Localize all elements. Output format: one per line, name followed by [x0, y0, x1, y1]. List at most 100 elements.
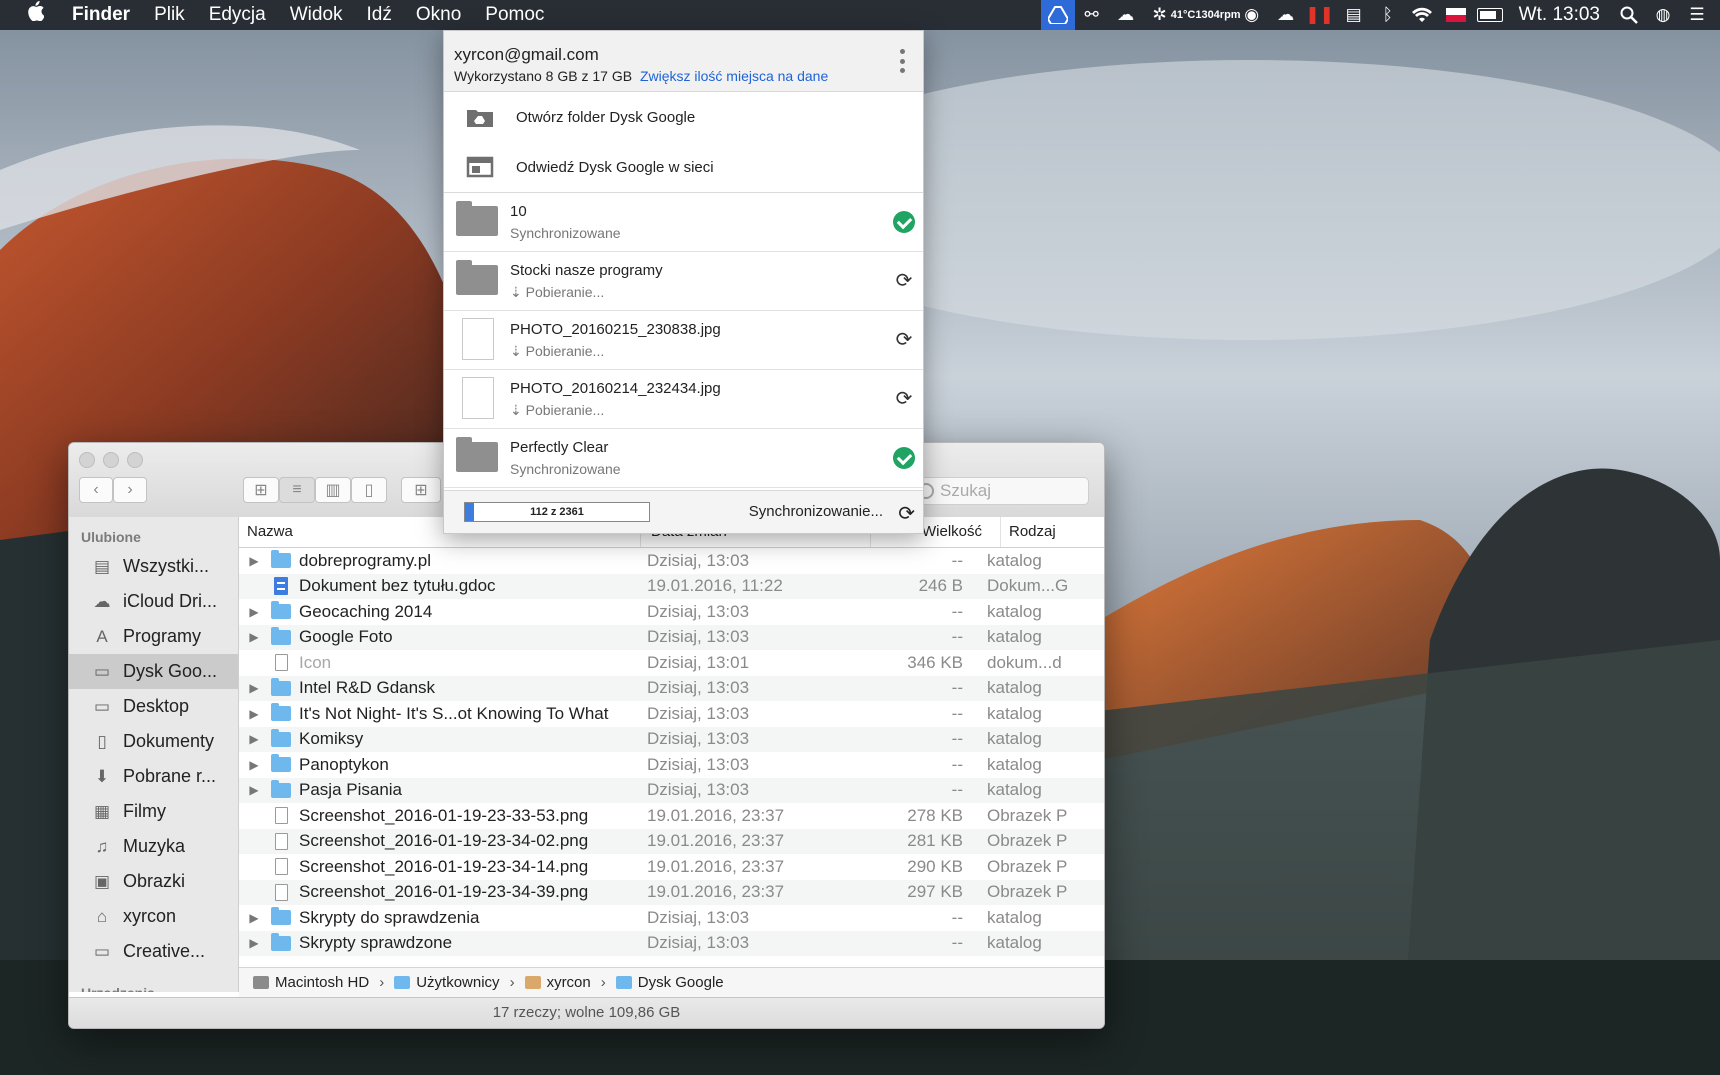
minimize-button[interactable] [103, 452, 119, 468]
sync-item[interactable]: Stocki nasze programy ⇣ Pobieranie... ⟳ [444, 252, 923, 311]
sidebar-item[interactable]: ▭ Desktop [69, 689, 238, 724]
table-row[interactable]: ▶ Google Foto Dzisiaj, 13:03 -- katalog [239, 624, 1104, 650]
pause-icon[interactable]: ❚❚ [1303, 0, 1337, 30]
drive-actions: Otwórz folder Dysk Google Odwiedź Dysk G… [444, 92, 923, 193]
table-row[interactable]: ▶ Skrypty do sprawdzenia Dzisiaj, 13:03 -- k… [239, 905, 1104, 931]
list-view-button[interactable]: ≡ [279, 477, 315, 503]
file-icon [269, 654, 293, 672]
column-view-button[interactable]: ▥ [315, 477, 351, 503]
battery-charge-icon[interactable] [1473, 0, 1507, 30]
upgrade-storage-link[interactable]: Zwiększ ilość miejsca na dane [640, 68, 828, 84]
table-row[interactable]: Screenshot_2016-01-19-23-33-53.png 19.01.… [239, 803, 1104, 829]
menu-pomoc[interactable]: Pomoc [473, 0, 556, 30]
sidebar-item[interactable]: A Programy [69, 619, 238, 654]
path-segment[interactable]: xyrcon [524, 974, 591, 991]
sync-item-status: Synchronizowane [510, 461, 621, 477]
search-input[interactable]: Szukaj [909, 477, 1089, 505]
folder-icon [456, 260, 498, 295]
path-segment[interactable]: Dysk Google [615, 974, 724, 991]
sync-item[interactable]: PHOTO_20160214_232434.jpg ⇣ Pobieranie...… [444, 370, 923, 429]
sidebar-item[interactable]: ▯ Dokumenty [69, 724, 238, 759]
list-icon[interactable]: ☰ [1680, 0, 1714, 30]
table-row[interactable]: Screenshot_2016-01-19-23-34-39.png 19.01.… [239, 879, 1104, 905]
menu-idz[interactable]: Idź [355, 0, 404, 30]
table-row[interactable]: ▶ It's Not Night- It's S...ot Knowing To … [239, 701, 1104, 727]
sync-item-status: ⇣ Pobieranie... [510, 402, 605, 418]
file-date: 19.01.2016, 11:22 [647, 576, 783, 596]
sidebar-item[interactable]: ♫ Muzyka [69, 829, 238, 864]
disclosure-triangle-icon[interactable]: ▶ [239, 732, 269, 746]
sync-item[interactable]: 10 Synchronizowane [444, 193, 923, 252]
sidebar-item[interactable]: ⬇ Pobrane r... [69, 759, 238, 794]
close-button[interactable] [79, 452, 95, 468]
back-button[interactable]: ‹ [79, 477, 113, 503]
table-row[interactable]: Icon Dzisiaj, 13:01 346 KB dokum...d [239, 650, 1104, 676]
column-kind[interactable]: Rodzaj [1001, 517, 1104, 547]
disclosure-triangle-icon[interactable]: ▶ [239, 758, 269, 772]
table-row[interactable]: ▶ dobreprogramy.pl Dzisiaj, 13:03 -- katalog [239, 548, 1104, 574]
sidebar-item[interactable]: ▣ Obrazki [69, 864, 238, 899]
table-row[interactable]: Screenshot_2016-01-19-23-34-02.png 19.01.… [239, 828, 1104, 854]
status-menus: ⚯ ☁ ✲ 41°C 1304rpm ◉ ☁ ❚❚ ▤ ᛒ Wt. 13:03 … [1040, 0, 1714, 30]
zoom-button[interactable] [127, 452, 143, 468]
disclosure-triangle-icon[interactable]: ▶ [239, 783, 269, 797]
google-drive-icon[interactable] [1040, 0, 1075, 30]
sync-icon: ⟳ [898, 503, 915, 525]
path-bar: Macintosh HD › Użytkownicy › xyrcon › Dysk Goo… [239, 967, 1104, 997]
table-row[interactable]: ▶ Geocaching 2014 Dzisiaj, 13:03 -- katalog [239, 599, 1104, 625]
forward-button[interactable]: › [113, 477, 147, 503]
icon-view-button[interactable]: ⊞ [243, 477, 279, 503]
temperature-readout[interactable]: 41°C 1304rpm [1171, 0, 1241, 30]
link-icon[interactable]: ⚯ [1075, 0, 1109, 30]
search-icon[interactable] [1612, 0, 1646, 30]
arrange-icon: ⊞ [414, 482, 428, 499]
sidebar-item[interactable]: ☁ iCloud Dri... [69, 584, 238, 619]
file-icon [269, 858, 293, 876]
menubar-clock[interactable]: Wt. 13:03 [1507, 4, 1612, 26]
table-row[interactable]: ▶ Komiksy Dzisiaj, 13:03 -- katalog [239, 726, 1104, 752]
disclosure-triangle-icon[interactable]: ▶ [239, 554, 269, 568]
disclosure-triangle-icon[interactable]: ▶ [239, 911, 269, 925]
path-segment[interactable]: Macintosh HD [253, 974, 369, 991]
sync-item[interactable]: PHOTO_20160215_230838.jpg ⇣ Pobieranie...… [444, 311, 923, 370]
sidebar-item[interactable]: ⌂ xyrcon [69, 899, 238, 934]
menu-edycja[interactable]: Edycja [197, 0, 278, 30]
wifi-icon[interactable] [1405, 0, 1439, 30]
sidebar-item[interactable]: ▭ Creative... [69, 934, 238, 969]
table-row[interactable]: ▶ Pasja Pisania Dzisiaj, 13:03 -- katalog [239, 777, 1104, 803]
sync-item[interactable]: Perfectly Clear Synchronizowane [444, 429, 923, 488]
file-kind: katalog [987, 678, 1042, 698]
cover-flow-button[interactable]: ▯ [351, 477, 387, 503]
sync-circle-icon[interactable]: ◉ [1235, 0, 1269, 30]
sidebar-item[interactable]: ▤ Wszystki... [69, 549, 238, 584]
table-row[interactable]: Dokument bez tytułu.gdoc 19.01.2016, 11:2… [239, 573, 1104, 599]
cloud-icon[interactable]: ☁ [1269, 0, 1303, 30]
more-options-icon[interactable] [899, 49, 905, 73]
path-segment[interactable]: Użytkownicy [394, 974, 500, 991]
open-drive-folder-button[interactable]: Otwórz folder Dysk Google [444, 92, 923, 142]
disclosure-triangle-icon[interactable]: ▶ [239, 707, 269, 721]
table-row[interactable]: ▶ Intel R&D Gdansk Dzisiaj, 13:03 -- katalog [239, 675, 1104, 701]
sidebar-item[interactable]: ▭ Dysk Goo... [69, 654, 238, 689]
apple-menu-icon[interactable] [0, 0, 60, 30]
flag-icon[interactable] [1439, 0, 1473, 30]
table-row[interactable]: Screenshot_2016-01-19-23-34-14.png 19.01.… [239, 854, 1104, 880]
sidebar-item[interactable]: ▦ Filmy [69, 794, 238, 829]
disclosure-triangle-icon[interactable]: ▶ [239, 936, 269, 950]
menu-finder[interactable]: Finder [60, 0, 142, 30]
menu-plik[interactable]: Plik [142, 0, 197, 30]
visit-drive-web-button[interactable]: Odwiedź Dysk Google w sieci [444, 142, 923, 192]
table-row[interactable]: ▶ Panoptykon Dzisiaj, 13:03 -- katalog [239, 752, 1104, 778]
disclosure-triangle-icon[interactable]: ▶ [239, 630, 269, 644]
battery-status-icon[interactable]: ▤ [1337, 0, 1371, 30]
bluetooth-icon[interactable]: ᛒ [1371, 0, 1405, 30]
user-icon[interactable]: ◍ [1646, 0, 1680, 30]
menu-widok[interactable]: Widok [278, 0, 355, 30]
menu-okno[interactable]: Okno [404, 0, 473, 30]
cloud-sync-icon[interactable]: ☁ [1109, 0, 1143, 30]
disclosure-triangle-icon[interactable]: ▶ [239, 605, 269, 619]
table-row[interactable]: ▶ Skrypty sprawdzone Dzisiaj, 13:03 -- katal… [239, 930, 1104, 956]
disclosure-triangle-icon[interactable]: ▶ [239, 681, 269, 695]
arrange-button[interactable]: ⊞ [401, 477, 441, 503]
home-icon [524, 976, 541, 989]
